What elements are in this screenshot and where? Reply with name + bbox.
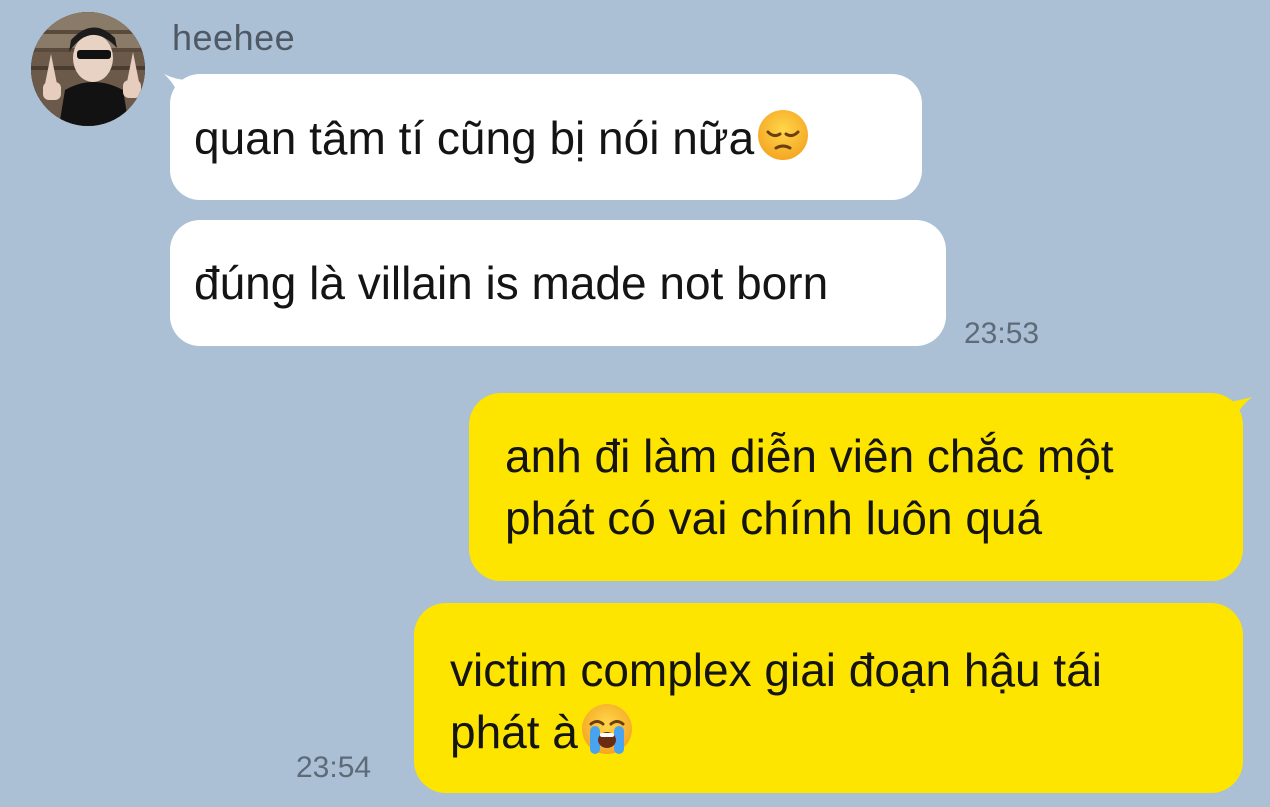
pensive-face-icon bbox=[756, 108, 810, 162]
chat-view: heehee quan tâm tí cũng bị nói nữa đúng … bbox=[0, 0, 1270, 807]
outgoing-message-1-line-2: phát có vai chính luôn quá bbox=[505, 492, 1043, 544]
loudly-crying-face-icon bbox=[580, 702, 634, 756]
sender-name: heehee bbox=[172, 17, 296, 58]
incoming-message-1-text: quan tâm tí cũng bị nói nữa bbox=[194, 112, 755, 164]
incoming-message-1[interactable]: quan tâm tí cũng bị nói nữa bbox=[170, 74, 922, 200]
outgoing-timestamp: 23:54 bbox=[296, 751, 372, 784]
incoming-message-2-text: đúng là villain is made not born bbox=[194, 257, 829, 309]
outgoing-message-2-line-2: phát à bbox=[450, 706, 578, 758]
outgoing-message-1[interactable]: anh đi làm diễn viên chắc một phát có va… bbox=[469, 393, 1243, 581]
incoming-timestamp: 23:53 bbox=[964, 317, 1040, 350]
outgoing-message-1-line-1: anh đi làm diễn viên chắc một bbox=[505, 430, 1114, 482]
avatar-photo-icon bbox=[31, 12, 145, 126]
outgoing-message-2[interactable]: victim complex giai đoạn hậu tái phát à bbox=[414, 603, 1243, 793]
outgoing-message-2-line-1: victim complex giai đoạn hậu tái bbox=[450, 644, 1102, 696]
sender-avatar[interactable] bbox=[31, 12, 145, 126]
incoming-message-2[interactable]: đúng là villain is made not born bbox=[170, 220, 946, 346]
